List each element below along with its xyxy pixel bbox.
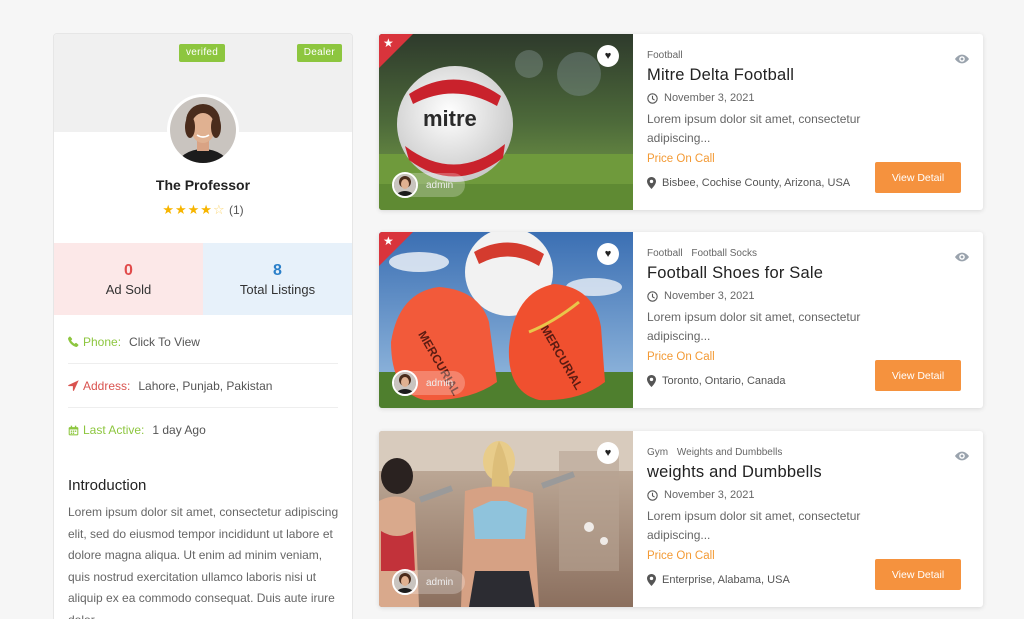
seller-avatar[interactable] [167,94,239,166]
heart-icon[interactable]: ♥ [597,45,619,67]
listing-body: Football Football Socks Football Shoes f… [647,232,983,408]
seller-name[interactable]: The Professor [54,177,352,193]
category-link[interactable]: Football Socks [691,248,757,259]
clock-icon [647,92,658,104]
listing-body: Football Mitre Delta Football November 3… [647,34,983,210]
view-detail-button[interactable]: View Detail [875,559,961,590]
listing-price: Price On Call [647,550,715,562]
introduction-heading: Introduction [68,477,147,494]
address-label: Address: [83,378,131,393]
listing-location: Enterprise, Alabama, USA [647,574,790,586]
seller-rating: ★★★★☆ (1) [54,202,352,218]
category-link[interactable]: Football [647,248,683,259]
ad-sold-count: 0 [124,261,133,279]
eye-icon[interactable] [955,54,969,64]
listing-title[interactable]: weights and Dumbbells [647,463,822,482]
listing-description: Lorem ipsum dolor sit amet, consectetur … [647,509,861,542]
verified-badge: verifed [179,44,226,62]
listing-card[interactable]: MERCURIAL MERCURIAL ★ ♥ admin Football F… [379,232,983,408]
last-active-value: 1 day Ago [152,423,206,437]
ad-sold-label: Ad Sold [105,281,152,297]
owner-name: admin [426,576,454,588]
listing-date: November 3, 2021 [647,92,755,104]
seller-stats: 0 Ad Sold 8 Total Listings [54,243,352,315]
eye-icon[interactable] [955,451,969,461]
listing-price: Price On Call [647,153,715,165]
clock-icon [647,489,658,501]
owner-avatar [392,370,418,396]
category-link[interactable]: Weights and Dumbbells [677,447,782,458]
listing-owner[interactable]: admin [392,569,466,595]
heart-icon[interactable]: ♥ [597,442,619,464]
total-listings-label: Total Listings [239,281,316,297]
svg-text:mitre: mitre [423,106,477,131]
clock-icon [647,290,658,302]
heart-icon[interactable]: ♥ [597,243,619,265]
listing-date: November 3, 2021 [647,489,755,501]
listing-categories: Gym Weights and Dumbbells [647,447,788,458]
total-listings-count: 8 [273,261,282,279]
owner-avatar [392,172,418,198]
address-value: Lahore, Punjab, Pakistan [138,378,273,393]
calendar-icon [68,425,79,435]
view-detail-button[interactable]: View Detail [875,360,961,391]
map-marker-icon [647,574,656,586]
listing-categories: Football [647,50,689,61]
last-active-row: Last Active: 1 day Ago [68,408,338,452]
listing-description: Lorem ipsum dolor sit amet, consectetur … [647,112,861,145]
listing-owner[interactable]: admin [392,172,466,198]
phone-row: Phone: Click To View [68,320,338,364]
phone-label: Phone: [83,334,122,349]
address-row: Address: Lahore, Punjab, Pakistan [68,364,338,408]
map-marker-icon [647,177,656,189]
ad-sold-stat: 0 Ad Sold [54,243,203,315]
introduction-text: Lorem ipsum dolor sit amet, consectetur … [68,505,339,619]
dealer-badge: Dealer [296,44,342,62]
owner-name: admin [426,179,454,191]
listing-image[interactable]: ♥ admin [379,431,633,607]
map-marker-icon [647,375,656,387]
owner-name: admin [426,377,454,389]
listing-price: Price On Call [647,351,715,363]
category-link[interactable]: Gym [647,447,668,458]
listing-image[interactable]: MERCURIAL MERCURIAL ★ ♥ admin [379,232,633,408]
listing-location: Toronto, Ontario, Canada [647,375,786,387]
listing-categories: Football Football Socks [647,248,763,259]
listing-card[interactable]: ♥ admin Gym Weights and Dumbbells weight… [379,431,983,607]
star-icon: ★ [383,234,394,248]
listing-title[interactable]: Mitre Delta Football [647,66,794,85]
listing-card[interactable]: mitre ★ ♥ admin Football Mitre Delta Foo… [379,34,983,210]
phone-icon [68,336,79,347]
phone-click-to-view[interactable]: Click To View [129,335,200,349]
location-arrow-icon [68,380,79,391]
listing-description: Lorem ipsum dolor sit amet, consectetur … [647,310,861,343]
seller-profile-card: verifed Dealer The Professor ★★★★☆ (1) 0… [53,33,353,619]
total-listings-stat: 8 Total Listings [203,243,352,315]
category-link[interactable]: Football [647,50,683,61]
listing-date: November 3, 2021 [647,290,755,302]
rating-count: (1) [228,203,244,217]
listing-body: Gym Weights and Dumbbells weights and Du… [647,431,983,607]
listing-location: Bisbee, Cochise County, Arizona, USA [647,177,850,189]
rating-stars-icon: ★★★★☆ [162,202,226,217]
eye-icon[interactable] [955,252,969,262]
listing-image[interactable]: mitre ★ ♥ admin [379,34,633,210]
view-detail-button[interactable]: View Detail [875,162,961,193]
last-active-label: Last Active: [83,423,145,437]
owner-avatar [392,569,418,595]
listing-owner[interactable]: admin [392,370,466,396]
listing-title[interactable]: Football Shoes for Sale [647,264,823,283]
star-icon: ★ [383,36,394,50]
